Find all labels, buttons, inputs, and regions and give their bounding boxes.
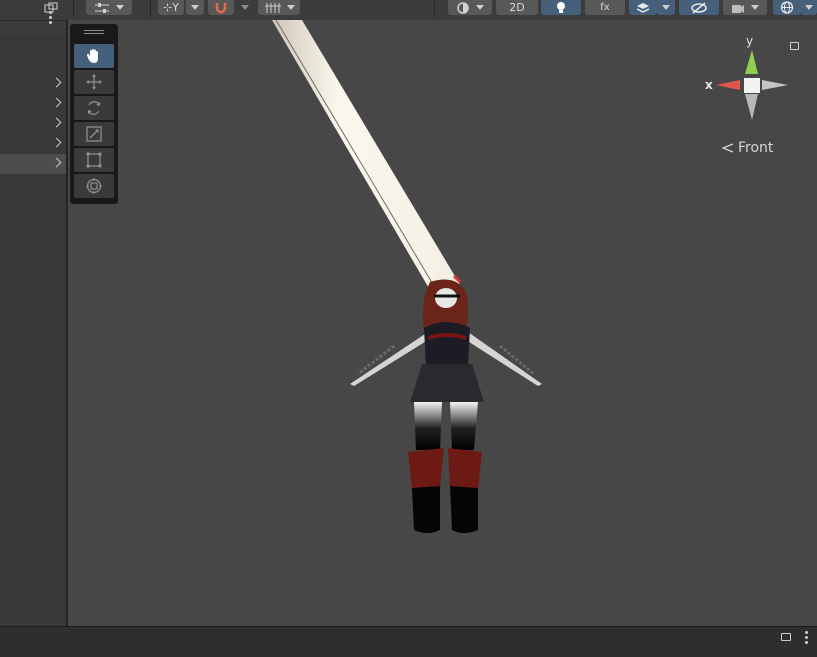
orientation-gizmo[interactable]: y x Front xyxy=(700,28,810,168)
draw-mode-dropdown[interactable] xyxy=(86,0,132,15)
gizmos-dropdown[interactable] xyxy=(801,0,817,15)
chevron-right-icon[interactable] xyxy=(51,117,62,128)
scene-toolbar: ⊹Y 2D fx xyxy=(0,0,817,20)
rect-tool-button[interactable] xyxy=(74,148,114,172)
toggle-2d-button[interactable]: 2D xyxy=(496,0,538,15)
rect-transform-icon xyxy=(86,152,102,168)
avatar-character-model[interactable] xyxy=(350,274,542,533)
globe-icon xyxy=(780,1,794,14)
transform-icon xyxy=(86,178,102,194)
scale-icon xyxy=(86,126,102,142)
scene-view[interactable]: y x Front xyxy=(68,20,817,626)
move-arrows-icon xyxy=(86,74,102,90)
perspective-icon xyxy=(722,143,734,153)
chevron-right-icon[interactable] xyxy=(51,157,62,168)
grid-icon xyxy=(264,2,281,13)
view-label: Front xyxy=(738,140,774,156)
scene-visibility-button[interactable] xyxy=(679,0,719,15)
light-beam xyxy=(272,20,462,290)
camera-settings-dropdown[interactable] xyxy=(723,0,767,15)
chevron-right-icon[interactable] xyxy=(51,77,62,88)
hierarchy-item[interactable] xyxy=(0,134,66,154)
panel-header-left xyxy=(0,0,40,15)
toggle-effects-button[interactable] xyxy=(629,0,657,15)
chevron-down-icon xyxy=(662,5,670,10)
transform-tool-button[interactable] xyxy=(74,174,114,198)
rotate-tool-button[interactable] xyxy=(74,96,114,120)
gizmo-y-label: y xyxy=(746,34,754,48)
snap-button[interactable] xyxy=(208,0,234,15)
effects-dropdown[interactable] xyxy=(657,0,675,15)
shading-mode-dropdown[interactable] xyxy=(448,0,492,15)
pivot-dropdown[interactable] xyxy=(186,0,204,15)
move-tool-button[interactable] xyxy=(74,70,114,94)
chevron-right-icon[interactable] xyxy=(51,97,62,108)
gizmo-x-label: x xyxy=(705,78,713,92)
chevron-down-icon xyxy=(805,5,813,10)
camera-icon xyxy=(732,4,744,13)
gizmos-button[interactable] xyxy=(773,0,801,15)
toggle-audio-button[interactable]: fx xyxy=(585,0,625,15)
more-options-icon[interactable] xyxy=(805,631,808,644)
scale-tool-button[interactable] xyxy=(74,122,114,146)
toggle-2d-label: 2D xyxy=(509,1,525,14)
bottom-panel-header xyxy=(0,626,817,657)
hierarchy-item[interactable] xyxy=(0,94,66,114)
more-options-icon[interactable] xyxy=(49,11,52,25)
chevron-down-icon xyxy=(751,5,759,10)
pivot-button[interactable]: ⊹Y xyxy=(158,0,184,15)
lightbulb-icon xyxy=(557,2,565,13)
chevron-right-icon[interactable] xyxy=(51,137,62,148)
pivot-label: ⊹Y xyxy=(163,1,179,14)
layers-icon xyxy=(636,2,650,13)
snap-dropdown[interactable] xyxy=(236,0,254,15)
hand-tool-button[interactable] xyxy=(74,44,114,68)
tool-palette xyxy=(70,24,118,204)
toggle-lighting-button[interactable] xyxy=(541,0,581,15)
hierarchy-header xyxy=(0,11,66,34)
chevron-down-icon xyxy=(241,5,249,10)
view-perspective-toggle[interactable]: Front xyxy=(722,140,773,156)
magnet-icon xyxy=(215,2,227,13)
hierarchy-item[interactable] xyxy=(0,114,66,134)
hierarchy-panel xyxy=(0,11,68,626)
sliders-icon xyxy=(95,2,109,13)
rotate-icon xyxy=(88,101,100,115)
effects-label: fx xyxy=(600,2,610,13)
lock-icon[interactable] xyxy=(790,42,799,50)
lock-icon[interactable] xyxy=(781,633,791,641)
hidden-eye-icon xyxy=(691,1,707,14)
chevron-down-icon xyxy=(191,5,199,10)
chevron-down-icon xyxy=(116,5,124,10)
chevron-down-icon xyxy=(476,5,484,10)
hand-icon xyxy=(86,49,98,63)
grid-snap-dropdown[interactable] xyxy=(258,0,300,15)
hierarchy-item[interactable] xyxy=(0,74,66,94)
chevron-down-icon xyxy=(286,5,295,10)
shading-sphere-icon xyxy=(457,1,469,14)
hierarchy-item-selected[interactable] xyxy=(0,154,66,174)
